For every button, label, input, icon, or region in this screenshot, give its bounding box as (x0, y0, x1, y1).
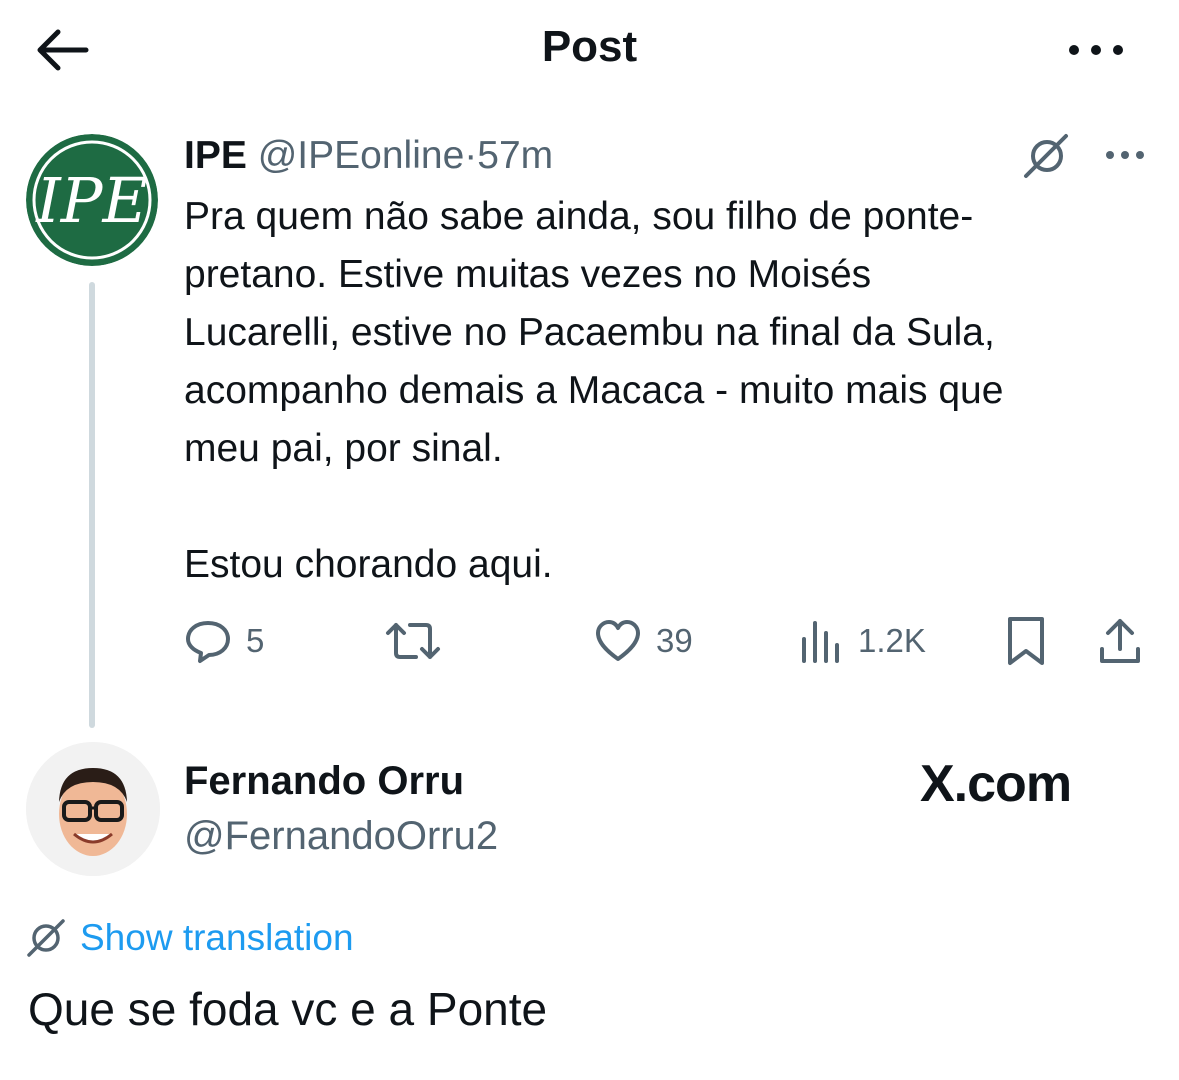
share-icon (1100, 619, 1140, 663)
like-count: 39 (656, 622, 693, 659)
post-time[interactable]: 57m (477, 134, 553, 177)
ipe-logo: IPE (26, 134, 158, 266)
reply-author-handle[interactable]: @FernandoOrru2 (184, 810, 498, 862)
watermark-text: X.com (920, 755, 1072, 813)
reply-icon (186, 621, 230, 663)
reply-count: 5 (246, 622, 265, 659)
avatar[interactable] (26, 742, 160, 876)
more-options-button[interactable] (1066, 30, 1126, 70)
author-name[interactable]: IPE (184, 134, 247, 177)
like-button[interactable]: 39 (594, 612, 693, 670)
page-title: Post (541, 22, 638, 71)
reply-button[interactable]: 5 (184, 612, 264, 670)
post-actions: 5 39 1.2K (184, 612, 1154, 670)
post-header: IPE @IPEonline·57m (184, 132, 553, 180)
show-translation-label: Show translation (80, 917, 354, 958)
thread-line (89, 282, 95, 728)
avatar[interactable]: IPE (26, 134, 158, 266)
analytics-icon (802, 621, 839, 663)
reply-author-name[interactable]: Fernando Orru (184, 755, 464, 807)
view-count: 1.2K (858, 622, 926, 659)
author-handle[interactable]: @IPEonline (258, 134, 465, 177)
bookmark-button[interactable] (1004, 612, 1048, 670)
more-horizontal-icon (1069, 45, 1123, 55)
heart-icon (596, 620, 640, 661)
repost-button[interactable] (384, 612, 456, 670)
grok-button[interactable] (1022, 132, 1072, 180)
share-button[interactable] (1096, 612, 1144, 670)
grok-icon (1024, 134, 1068, 178)
views-button[interactable]: 1.2K (798, 612, 926, 670)
bookmark-icon (1008, 617, 1044, 665)
show-translation-button[interactable]: Show translation (26, 910, 354, 966)
watermark: X.com (920, 752, 1072, 816)
translate-icon (27, 919, 65, 957)
svg-text:IPE: IPE (35, 164, 147, 237)
profile-photo (26, 742, 160, 876)
separator: · (464, 134, 478, 177)
reply-text: Que se foda vc e a Ponte (28, 983, 548, 1035)
post-text: Pra quem não sabe ainda, sou filho de po… (184, 195, 1004, 586)
post-more-button[interactable] (1102, 140, 1148, 170)
more-horizontal-icon (1106, 151, 1144, 159)
repost-icon (386, 623, 440, 659)
